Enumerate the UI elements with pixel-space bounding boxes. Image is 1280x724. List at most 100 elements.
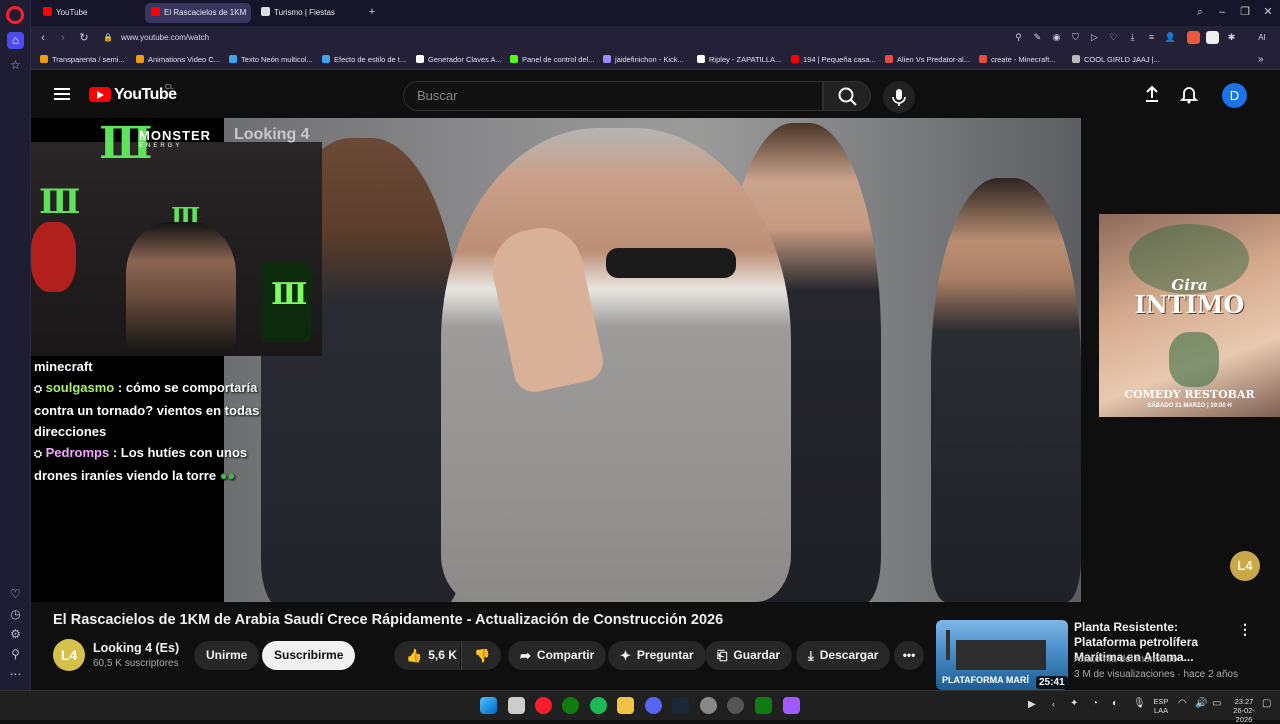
badge-icon: ⛭ (34, 384, 42, 395)
tray-app-icon[interactable]: ✦ (1070, 699, 1078, 709)
battery-icon[interactable]: ▭ (1212, 699, 1221, 709)
join-button[interactable]: Unirme (194, 641, 260, 670)
opera-icon[interactable] (535, 697, 552, 714)
discord-icon[interactable] (645, 697, 662, 714)
more-icon[interactable]: ⋯ (7, 666, 24, 683)
tray-chevron-icon[interactable]: ‹ (1052, 700, 1055, 709)
task-view-icon[interactable] (508, 697, 525, 714)
keyboard-language[interactable]: ESP LAA (1152, 697, 1170, 715)
channel-name[interactable]: Looking 4 (Es) (93, 641, 179, 655)
camera-icon[interactable]: ◉ (1050, 31, 1063, 44)
minimize-button[interactable]: – (1214, 4, 1230, 20)
wifi-icon[interactable]: ◠ (1178, 699, 1187, 709)
extension-icon[interactable] (1206, 31, 1219, 44)
bookmark-item[interactable]: Efecto de estilo de t... (322, 54, 406, 66)
tab-youtube[interactable]: YouTube (37, 3, 141, 23)
heart-outline-icon[interactable]: ♡ (1107, 31, 1120, 44)
profile-icon[interactable]: 👤 (1164, 31, 1177, 44)
steam-icon[interactable] (672, 697, 689, 714)
reload-button[interactable]: ↻ (76, 30, 92, 46)
notification-center-icon[interactable]: ▢ (1262, 699, 1271, 709)
app-icon[interactable] (727, 697, 744, 714)
bookmark-item[interactable]: Texto Neón multicol... (229, 54, 313, 66)
show-desktop-icon[interactable]: ▶ (1028, 700, 1036, 710)
subscribe-button[interactable]: Suscribirme (262, 641, 356, 670)
app-icon[interactable] (700, 697, 717, 714)
play-icon[interactable]: ▷ (1088, 31, 1101, 44)
search-button[interactable] (823, 81, 871, 111)
edit-icon[interactable]: ✎ (1031, 31, 1044, 44)
puzzle-icon[interactable]: ✱ (1225, 31, 1238, 44)
shield-icon[interactable]: ⛉ (1069, 31, 1082, 44)
notifications-icon[interactable] (1179, 84, 1199, 104)
channel-avatar[interactable]: L4 (53, 639, 85, 671)
tab-search-icon[interactable]: ⌕ (1192, 4, 1208, 20)
bookmark-favicon-icon (791, 55, 799, 63)
youtube-logo-icon[interactable] (89, 87, 111, 102)
suggested-video-channel[interactable]: Anatomía del monstruo (1074, 654, 1177, 665)
new-tab-button[interactable]: + (364, 4, 380, 20)
bookmark-item[interactable]: 194 | Pequeña casa... (791, 54, 876, 66)
ask-button[interactable]: ✦ Preguntar (608, 641, 706, 670)
bookmark-item[interactable]: Alien Vs Predator-al... (885, 54, 970, 66)
bookmarks-overflow-icon[interactable]: » (1258, 54, 1264, 66)
dislike-button[interactable]: 👎 (461, 641, 501, 670)
save-button[interactable]: ⎗ Guardar (705, 641, 793, 670)
download-button[interactable]: ⤓ Descargar (796, 641, 891, 670)
more-vertical-icon[interactable]: ⋮ (1238, 621, 1252, 638)
upload-icon[interactable] (1142, 84, 1162, 104)
menu-icon[interactable] (54, 88, 70, 100)
video-title: El Rascacielos de 1KM de Arabia Saudí Cr… (53, 612, 724, 628)
heart-icon[interactable]: ♡ (7, 586, 24, 603)
bookmark-item[interactable]: Ripley - ZAPATILLA... (697, 54, 781, 66)
chat-message: minecraft (34, 359, 93, 374)
bookmark-item[interactable]: Animations Video C... (136, 54, 220, 66)
history-icon[interactable]: ◷ (7, 606, 24, 623)
url-input[interactable]: 🔒 www.youtube.com/watch (99, 29, 999, 47)
ai-icon[interactable]: AI (1249, 31, 1275, 44)
extension-icon[interactable] (1187, 31, 1200, 44)
tray-app-icon[interactable]: ◐ (1112, 699, 1118, 709)
bookmark-item[interactable]: Panel de control del... (510, 54, 595, 66)
download-icon[interactable]: ⤓ (1126, 31, 1139, 44)
bookmark-favicon-icon (510, 55, 518, 63)
bookmark-item[interactable]: create - Minecraft... (979, 54, 1056, 66)
like-button[interactable]: 👍 5,6 K (394, 641, 460, 670)
video-watermark: Looking 4 (234, 126, 310, 143)
volume-icon[interactable]: 🔊 (1195, 699, 1207, 709)
start-icon[interactable] (480, 697, 497, 714)
menu-icon[interactable]: ≡ (1145, 31, 1158, 44)
close-button[interactable]: ✕ (1260, 4, 1276, 20)
share-button[interactable]: ➦ Compartir (508, 641, 607, 670)
home-icon[interactable]: ⌂ (7, 32, 24, 49)
bookmark-item[interactable]: Generador Claves A... (416, 54, 502, 66)
voice-search-button[interactable] (883, 81, 915, 113)
bookmark-item[interactable]: COOL GIRLD JAAJ |... (1072, 54, 1160, 66)
back-button[interactable]: ‹ (35, 30, 51, 46)
tab-rascacielos[interactable]: El Rascacielos de 1KM (145, 3, 251, 23)
tab-turismo[interactable]: Turismo | Fiestas (255, 3, 361, 23)
bookmark-favicon-icon (979, 55, 987, 63)
bookmark-item[interactable]: jaidefinichon - Kick... (603, 54, 684, 66)
more-actions-button[interactable]: ••• (894, 641, 924, 670)
maximize-button[interactable]: ❐ (1237, 4, 1253, 20)
file-explorer-icon[interactable] (617, 697, 634, 714)
account-avatar[interactable]: D (1222, 83, 1247, 108)
xbox-app-icon[interactable] (755, 697, 772, 714)
search-input[interactable]: Buscar (403, 81, 823, 111)
settings-icon[interactable]: ⚙ (7, 626, 24, 643)
bookmark-item[interactable]: Transparenta / semi... (40, 54, 125, 66)
tray-app-icon[interactable]: ◔ (1092, 699, 1098, 709)
microphone-icon (892, 89, 906, 106)
video-player[interactable]: Ⅲ Ⅲ Ⅲ Ⅲ MONSTER ENERGY Looking 4 minecraf… (31, 118, 1081, 602)
microphone-icon[interactable]: 🎙 (1133, 699, 1146, 709)
tips-icon[interactable]: ⚲ (7, 646, 24, 663)
opera-logo-icon[interactable] (6, 6, 24, 24)
app-icon[interactable] (783, 697, 800, 714)
forward-button[interactable]: › (55, 30, 71, 46)
spotify-icon[interactable] (590, 697, 607, 714)
channel-watermark-badge[interactable]: L4 (1230, 551, 1260, 581)
xbox-icon[interactable] (562, 697, 579, 714)
bookmark-icon[interactable]: ☆ (7, 57, 24, 74)
zoom-icon[interactable]: ⚲ (1012, 31, 1025, 44)
